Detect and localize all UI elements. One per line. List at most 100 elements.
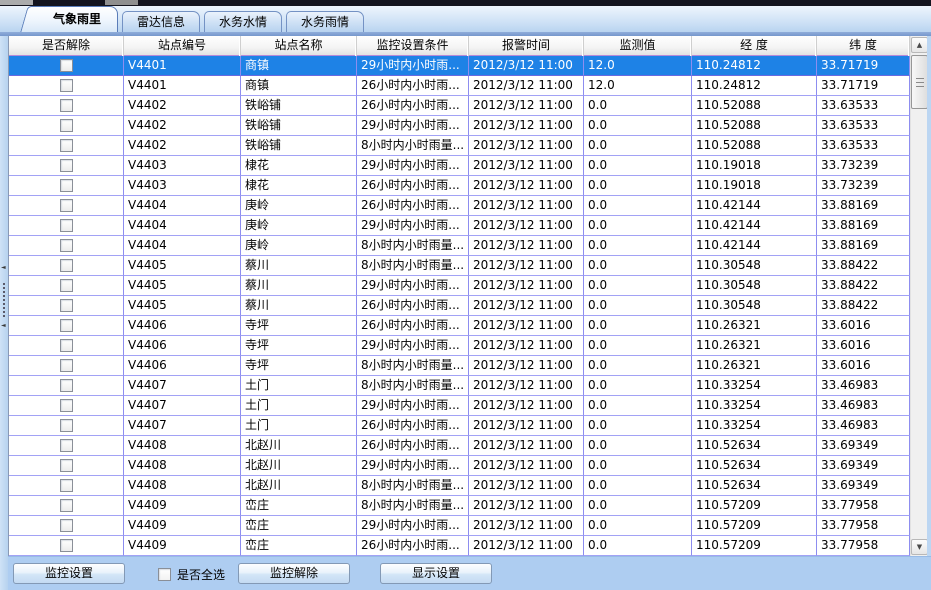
column-header[interactable]: 经 度 <box>692 36 817 56</box>
tab-radar-info[interactable]: 雷达信息 <box>122 11 200 32</box>
value-cell: 0.0 <box>584 96 692 116</box>
release-checkbox[interactable] <box>60 379 73 392</box>
monitor-release-button[interactable]: 监控解除 <box>238 563 350 584</box>
value-cell: 0.0 <box>584 396 692 416</box>
table-row[interactable]: V4404庚岭26小时内小时雨...2012/3/12 11:000.0110.… <box>9 196 931 216</box>
release-checkbox[interactable] <box>60 139 73 152</box>
scrollbar-thumb[interactable] <box>911 55 928 109</box>
release-checkbox[interactable] <box>60 219 73 232</box>
station-name-cell: 商镇 <box>241 76 357 96</box>
alarm-time-cell: 2012/3/12 11:00 <box>469 276 584 296</box>
table-row[interactable]: V4401商镇29小时内小时雨...2012/3/12 11:0012.0110… <box>9 56 931 76</box>
table-row[interactable]: V4402铁峪铺8小时内小时雨量...2012/3/12 11:000.0110… <box>9 136 931 156</box>
longitude-cell: 110.57209 <box>692 496 817 516</box>
table-row[interactable]: V4403棣花26小时内小时雨...2012/3/12 11:000.0110.… <box>9 176 931 196</box>
release-checkbox-cell <box>9 496 124 516</box>
table-row[interactable]: V4405蔡川29小时内小时雨...2012/3/12 11:000.0110.… <box>9 276 931 296</box>
release-checkbox-cell <box>9 196 124 216</box>
release-checkbox-cell <box>9 256 124 276</box>
table-row[interactable]: V4407土门26小时内小时雨...2012/3/12 11:000.0110.… <box>9 416 931 436</box>
release-checkbox[interactable] <box>60 539 73 552</box>
column-header[interactable]: 站点名称 <box>241 36 357 56</box>
station-name-cell: 蔡川 <box>241 296 357 316</box>
table-row[interactable]: V4406寺坪26小时内小时雨...2012/3/12 11:000.0110.… <box>9 316 931 336</box>
release-checkbox[interactable] <box>60 319 73 332</box>
tab-weather-rainfall[interactable]: 气象雨里 <box>30 6 118 32</box>
collapse-left-icon[interactable]: ◄ <box>1 322 7 330</box>
release-checkbox-cell <box>9 76 124 96</box>
table-row[interactable]: V4409峦庄26小时内小时雨...2012/3/12 11:000.0110.… <box>9 536 931 556</box>
condition-cell: 26小时内小时雨... <box>357 436 469 456</box>
latitude-cell: 33.88422 <box>817 276 910 296</box>
release-checkbox[interactable] <box>60 259 73 272</box>
release-checkbox[interactable] <box>60 479 73 492</box>
column-header[interactable]: 纬 度 <box>817 36 910 56</box>
select-all-control[interactable]: 是否全选 <box>158 566 225 583</box>
table-row[interactable]: V4402铁峪铺26小时内小时雨...2012/3/12 11:000.0110… <box>9 96 931 116</box>
column-header[interactable]: 监控设置条件 <box>357 36 469 56</box>
splitter-grip[interactable] <box>3 283 5 317</box>
tab-water-regime[interactable]: 水务水情 <box>204 11 282 32</box>
column-header[interactable]: 报警时间 <box>469 36 584 56</box>
column-header[interactable]: 监测值 <box>584 36 692 56</box>
release-checkbox[interactable] <box>60 199 73 212</box>
table-row[interactable]: V4405蔡川26小时内小时雨...2012/3/12 11:000.0110.… <box>9 296 931 316</box>
release-checkbox[interactable] <box>60 239 73 252</box>
release-checkbox[interactable] <box>60 299 73 312</box>
release-checkbox[interactable] <box>60 279 73 292</box>
latitude-cell: 33.77958 <box>817 496 910 516</box>
tab-water-rain[interactable]: 水务雨情 <box>286 11 364 32</box>
table-row[interactable]: V4404庚岭8小时内小时雨量...2012/3/12 11:000.0110.… <box>9 236 931 256</box>
table-row[interactable]: V4402铁峪铺29小时内小时雨...2012/3/12 11:000.0110… <box>9 116 931 136</box>
monitor-settings-button[interactable]: 监控设置 <box>13 563 125 584</box>
column-header[interactable]: 是否解除 <box>9 36 124 56</box>
latitude-cell: 33.71719 <box>817 76 910 96</box>
vertical-scrollbar[interactable]: ▲ ▼ <box>910 36 927 556</box>
release-checkbox-cell <box>9 336 124 356</box>
value-cell: 0.0 <box>584 236 692 256</box>
scroll-down-icon[interactable]: ▼ <box>911 539 928 555</box>
display-settings-button[interactable]: 显示设置 <box>380 563 492 584</box>
station-name-cell: 土门 <box>241 376 357 396</box>
release-checkbox[interactable] <box>60 59 73 72</box>
scroll-up-icon[interactable]: ▲ <box>911 37 928 53</box>
station-id-cell: V4409 <box>124 536 241 556</box>
release-checkbox[interactable] <box>60 399 73 412</box>
table-row[interactable]: V4407土门29小时内小时雨...2012/3/12 11:000.0110.… <box>9 396 931 416</box>
release-checkbox[interactable] <box>60 159 73 172</box>
release-checkbox[interactable] <box>60 99 73 112</box>
release-checkbox[interactable] <box>60 419 73 432</box>
table-row[interactable]: V4409峦庄29小时内小时雨...2012/3/12 11:000.0110.… <box>9 516 931 536</box>
table-row[interactable]: V4404庚岭29小时内小时雨...2012/3/12 11:000.0110.… <box>9 216 931 236</box>
left-splitter-strip[interactable]: ◄ ◄ <box>0 36 8 590</box>
table-row[interactable]: V4406寺坪8小时内小时雨量...2012/3/12 11:000.0110.… <box>9 356 931 376</box>
release-checkbox[interactable] <box>60 79 73 92</box>
condition-cell: 8小时内小时雨量... <box>357 256 469 276</box>
alarm-time-cell: 2012/3/12 11:00 <box>469 496 584 516</box>
table-row[interactable]: V4408北赵川8小时内小时雨量...2012/3/12 11:000.0110… <box>9 476 931 496</box>
table-row[interactable]: V4405蔡川8小时内小时雨量...2012/3/12 11:000.0110.… <box>9 256 931 276</box>
table-row[interactable]: V4409峦庄8小时内小时雨量...2012/3/12 11:000.0110.… <box>9 496 931 516</box>
release-checkbox[interactable] <box>60 499 73 512</box>
release-checkbox[interactable] <box>60 179 73 192</box>
release-checkbox[interactable] <box>60 359 73 372</box>
release-checkbox[interactable] <box>60 519 73 532</box>
collapse-left-icon[interactable]: ◄ <box>1 264 7 272</box>
release-checkbox[interactable] <box>60 119 73 132</box>
table-row[interactable]: V4407土门8小时内小时雨量...2012/3/12 11:000.0110.… <box>9 376 931 396</box>
table-row[interactable]: V4406寺坪29小时内小时雨...2012/3/12 11:000.0110.… <box>9 336 931 356</box>
condition-cell: 26小时内小时雨... <box>357 176 469 196</box>
table-row[interactable]: V4408北赵川29小时内小时雨...2012/3/12 11:000.0110… <box>9 456 931 476</box>
select-all-checkbox[interactable] <box>158 568 171 581</box>
table-row[interactable]: V4403棣花29小时内小时雨...2012/3/12 11:000.0110.… <box>9 156 931 176</box>
release-checkbox[interactable] <box>60 339 73 352</box>
table-row[interactable]: V4408北赵川26小时内小时雨...2012/3/12 11:000.0110… <box>9 436 931 456</box>
alarm-time-cell: 2012/3/12 11:00 <box>469 76 584 96</box>
table-row[interactable]: V4401商镇26小时内小时雨...2012/3/12 11:0012.0110… <box>9 76 931 96</box>
column-header[interactable]: 站点编号 <box>124 36 241 56</box>
release-checkbox[interactable] <box>60 439 73 452</box>
release-checkbox[interactable] <box>60 459 73 472</box>
station-id-cell: V4409 <box>124 516 241 536</box>
station-name-cell: 棣花 <box>241 176 357 196</box>
release-checkbox-cell <box>9 216 124 236</box>
